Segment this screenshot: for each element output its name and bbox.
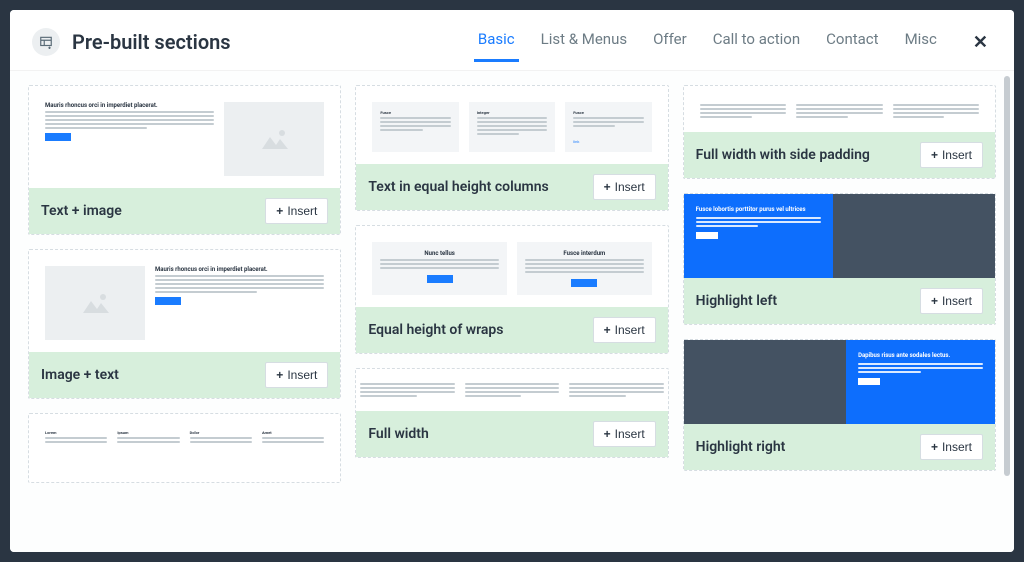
tab-basic[interactable]: Basic (478, 24, 515, 60)
plus-icon: + (931, 440, 938, 454)
card-equal-wraps: Nunc tellus Fusce interdum Equal height … (355, 225, 668, 354)
placeholder-button (155, 297, 181, 305)
grid-col-3: Full width with side padding + Insert Fus… (683, 85, 996, 538)
card-preview: Mauris rhoncus orci in imperdiet placera… (29, 250, 340, 352)
tab-contact[interactable]: Contact (826, 24, 878, 60)
card-preview: Lorem Ipsum Dolor Amet (29, 414, 340, 482)
card-title: Equal height of wraps (368, 322, 503, 338)
card-text-image: Mauris rhoncus orci in imperdiet placera… (28, 85, 341, 235)
placeholder-button (858, 378, 880, 385)
placeholder-button (45, 133, 71, 141)
card-preview: Fusce Integer Fuscelink (356, 86, 667, 164)
image-placeholder-icon (224, 102, 324, 176)
insert-label: Insert (615, 427, 645, 441)
placeholder-button (571, 279, 597, 287)
modal-header: Pre-built sections Basic List & Menus Of… (10, 10, 1014, 71)
card-title: Highlight right (696, 439, 786, 455)
plus-icon: + (276, 368, 283, 382)
insert-label: Insert (942, 148, 972, 162)
card-preview (356, 369, 667, 411)
insert-label: Insert (615, 180, 645, 194)
scrollbar-thumb[interactable] (1004, 76, 1010, 476)
plus-icon: + (604, 180, 611, 194)
placeholder-heading: Dapibus risus ante sodales lectus. (858, 352, 983, 359)
insert-button[interactable]: + Insert (920, 142, 983, 168)
card-highlight-left: Fusce lobortis porttitor purus vel ultri… (683, 193, 996, 325)
card-preview: Fusce lobortis porttitor purus vel ultri… (684, 194, 995, 278)
tab-misc[interactable]: Misc (905, 24, 937, 60)
placeholder-button (427, 275, 453, 283)
highlight-block: Fusce lobortis porttitor purus vel ultri… (684, 194, 833, 278)
tabs-nav: Basic List & Menus Offer Call to action … (478, 24, 992, 60)
grid-col-1: Mauris rhoncus orci in imperdiet placera… (28, 85, 341, 538)
card-title: Text + image (41, 203, 122, 219)
tab-list-menus[interactable]: List & Menus (541, 24, 628, 60)
card-text-equal-columns: Fusce Integer Fuscelink Text in equal he… (355, 85, 668, 211)
placeholder-heading: Fusce lobortis porttitor purus vel ultri… (696, 206, 821, 213)
placeholder-heading: Mauris rhoncus orci in imperdiet placera… (155, 266, 324, 273)
plus-icon: + (604, 427, 611, 441)
placeholder-heading: Nunc tellus (380, 250, 499, 257)
card-partial: Lorem Ipsum Dolor Amet (28, 413, 341, 483)
insert-button[interactable]: + Insert (920, 434, 983, 460)
insert-label: Insert (615, 323, 645, 337)
insert-button[interactable]: + Insert (593, 421, 656, 447)
insert-button[interactable]: + Insert (265, 198, 328, 224)
insert-label: Insert (942, 294, 972, 308)
plus-icon: + (931, 148, 938, 162)
grid-col-2: Fusce Integer Fuscelink Text in equal he… (355, 85, 668, 538)
insert-button[interactable]: + Insert (593, 174, 656, 200)
card-title: Highlight left (696, 293, 777, 309)
sections-grid: Mauris rhoncus orci in imperdiet placera… (10, 71, 1014, 552)
insert-label: Insert (942, 440, 972, 454)
plus-icon: + (276, 204, 283, 218)
insert-button[interactable]: + Insert (265, 362, 328, 388)
dark-block (833, 194, 995, 278)
card-preview: Nunc tellus Fusce interdum (356, 226, 667, 307)
card-image-text: Mauris rhoncus orci in imperdiet placera… (28, 249, 341, 399)
card-highlight-right: Dapibus risus ante sodales lectus. Highl… (683, 339, 996, 471)
placeholder-button (696, 232, 718, 239)
card-full-width: Full width + Insert (355, 368, 668, 458)
card-title: Full width (368, 426, 428, 442)
prebuilt-sections-modal: Pre-built sections Basic List & Menus Of… (10, 10, 1014, 552)
modal-title: Pre-built sections (72, 30, 231, 54)
card-preview (684, 86, 995, 132)
card-title: Full width with side padding (696, 147, 870, 163)
highlight-block: Dapibus risus ante sodales lectus. (846, 340, 995, 424)
insert-label: Insert (287, 204, 317, 218)
tab-offer[interactable]: Offer (653, 24, 687, 60)
card-title: Image + text (41, 367, 119, 383)
sections-icon (32, 28, 60, 56)
card-preview: Mauris rhoncus orci in imperdiet placera… (29, 86, 340, 188)
insert-label: Insert (287, 368, 317, 382)
close-icon[interactable]: ✕ (969, 30, 992, 55)
card-full-width-padding: Full width with side padding + Insert (683, 85, 996, 179)
scrollbar[interactable] (1004, 76, 1010, 546)
insert-button[interactable]: + Insert (593, 317, 656, 343)
card-title: Text in equal height columns (368, 179, 548, 195)
card-preview: Dapibus risus ante sodales lectus. (684, 340, 995, 424)
plus-icon: + (604, 323, 611, 337)
dark-block (684, 340, 846, 424)
placeholder-heading: Mauris rhoncus orci in imperdiet placera… (45, 102, 214, 109)
placeholder-heading: Fusce interdum (525, 250, 644, 257)
tab-call-to-action[interactable]: Call to action (713, 24, 800, 60)
plus-icon: + (931, 294, 938, 308)
image-placeholder-icon (45, 266, 145, 340)
insert-button[interactable]: + Insert (920, 288, 983, 314)
